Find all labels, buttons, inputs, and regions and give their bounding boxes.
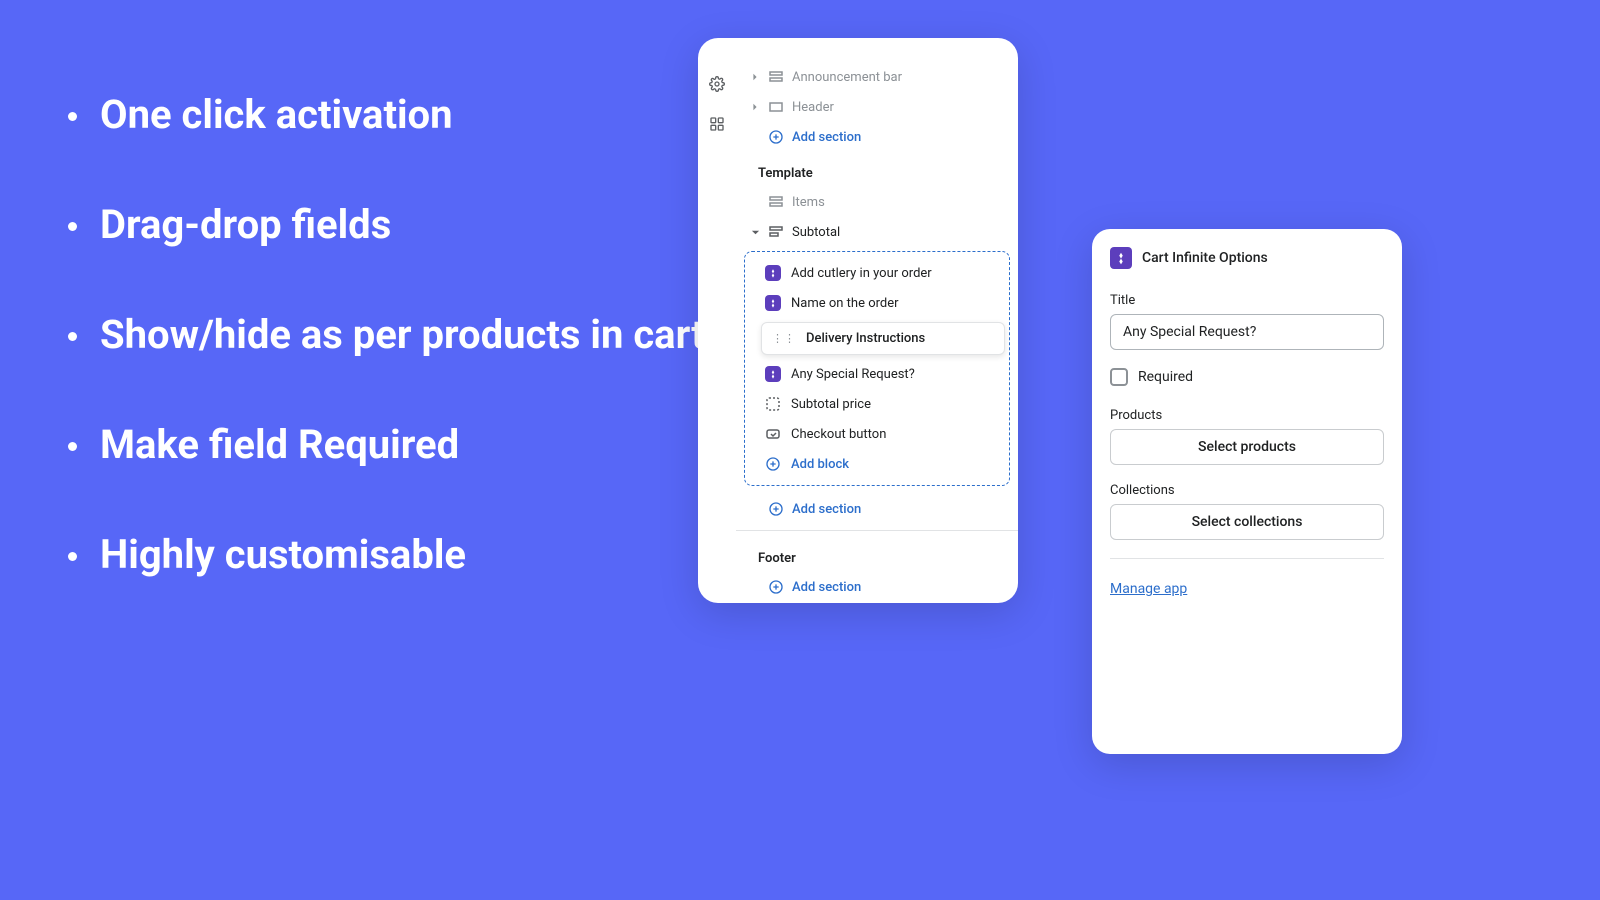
feature-item: Show/hide as per products in cart xyxy=(60,310,705,360)
app-block-icon xyxy=(765,265,781,281)
section-items[interactable]: Items xyxy=(736,187,1018,217)
select-products-button[interactable]: Select products xyxy=(1110,429,1384,465)
section-header[interactable]: Header xyxy=(736,92,1018,122)
section-group-template: Template xyxy=(736,152,1018,187)
app-logo-icon xyxy=(1110,247,1132,269)
block-delivery-instructions-dragging[interactable]: ⋮⋮ Delivery Instructions xyxy=(761,322,1005,355)
divider xyxy=(736,530,1018,531)
section-announcement-bar[interactable]: Announcement bar xyxy=(736,62,1018,92)
checkbox-box-icon xyxy=(1110,368,1128,386)
subtotal-icon xyxy=(768,224,784,240)
app-block-icon xyxy=(765,366,781,382)
theme-editor-panel: Announcement bar Header Add section Temp… xyxy=(698,38,1018,603)
app-block-icon xyxy=(765,295,781,311)
feature-item: One click activation xyxy=(60,90,705,140)
block-label: Subtotal price xyxy=(791,397,871,412)
feature-item: Highly customisable xyxy=(60,530,705,580)
gear-icon[interactable] xyxy=(709,76,725,96)
editor-rail xyxy=(698,46,736,603)
block-name-on-order[interactable]: Name on the order xyxy=(745,288,1009,318)
checkout-icon xyxy=(765,426,781,442)
products-field-label: Products xyxy=(1110,408,1384,423)
checkbox-label: Required xyxy=(1138,369,1193,385)
button-label: Add block xyxy=(791,457,849,472)
block-subtotal-price[interactable]: Subtotal price xyxy=(745,389,1009,419)
select-collections-button[interactable]: Select collections xyxy=(1110,504,1384,540)
divider xyxy=(1110,558,1384,559)
plus-circle-icon xyxy=(765,456,781,472)
add-section-button[interactable]: Add section xyxy=(736,572,1018,602)
block-label: Checkout button xyxy=(791,427,886,442)
button-label: Add section xyxy=(792,130,1004,145)
apps-icon[interactable] xyxy=(709,116,725,136)
section-label: Announcement bar xyxy=(792,70,1004,85)
price-icon xyxy=(765,396,781,412)
block-cutlery[interactable]: Add cutlery in your order xyxy=(745,258,1009,288)
block-label: Delivery Instructions xyxy=(806,331,925,346)
block-label: Name on the order xyxy=(791,296,899,311)
plus-circle-icon xyxy=(768,129,784,145)
section-icon xyxy=(768,69,784,85)
required-checkbox[interactable]: Required xyxy=(1110,368,1384,386)
feature-item: Make field Required xyxy=(60,420,705,470)
feature-item: Drag-drop fields xyxy=(60,200,705,250)
chevron-right-icon xyxy=(750,73,760,81)
block-label: Any Special Request? xyxy=(791,367,915,382)
chevron-down-icon xyxy=(750,228,760,237)
subtotal-blocks-container: Add cutlery in your order Name on the or… xyxy=(744,251,1010,486)
plus-circle-icon xyxy=(768,579,784,595)
section-icon xyxy=(768,99,784,115)
title-input[interactable] xyxy=(1110,314,1384,350)
section-label: Subtotal xyxy=(792,225,1004,240)
section-label: Items xyxy=(792,195,1004,210)
chevron-right-icon xyxy=(750,103,760,111)
drag-handle-icon[interactable]: ⋮⋮ xyxy=(772,332,796,345)
add-block-button[interactable]: Add block xyxy=(745,449,1009,479)
plus-circle-icon xyxy=(768,501,784,517)
collections-field-label: Collections xyxy=(1110,483,1384,498)
section-group-footer: Footer xyxy=(736,537,1018,572)
app-settings-panel: Cart Infinite Options Title Required Pro… xyxy=(1092,229,1402,754)
section-label: Header xyxy=(792,100,1004,115)
feature-list: One click activation Drag-drop fields Sh… xyxy=(60,90,705,640)
items-icon xyxy=(768,194,784,210)
button-label: Add section xyxy=(792,502,1004,517)
block-label: Add cutlery in your order xyxy=(791,266,932,281)
manage-app-link[interactable]: Manage app xyxy=(1110,581,1187,597)
app-name: Cart Infinite Options xyxy=(1142,250,1268,266)
add-section-button[interactable]: Add section xyxy=(736,494,1018,524)
button-label: Add section xyxy=(792,580,1004,595)
panel-header: Cart Infinite Options xyxy=(1110,247,1384,269)
title-field-label: Title xyxy=(1110,293,1384,308)
add-section-button[interactable]: Add section xyxy=(736,122,1018,152)
block-checkout-button[interactable]: Checkout button xyxy=(745,419,1009,449)
section-subtotal[interactable]: Subtotal xyxy=(736,217,1018,247)
block-special-request[interactable]: Any Special Request? xyxy=(745,359,1009,389)
